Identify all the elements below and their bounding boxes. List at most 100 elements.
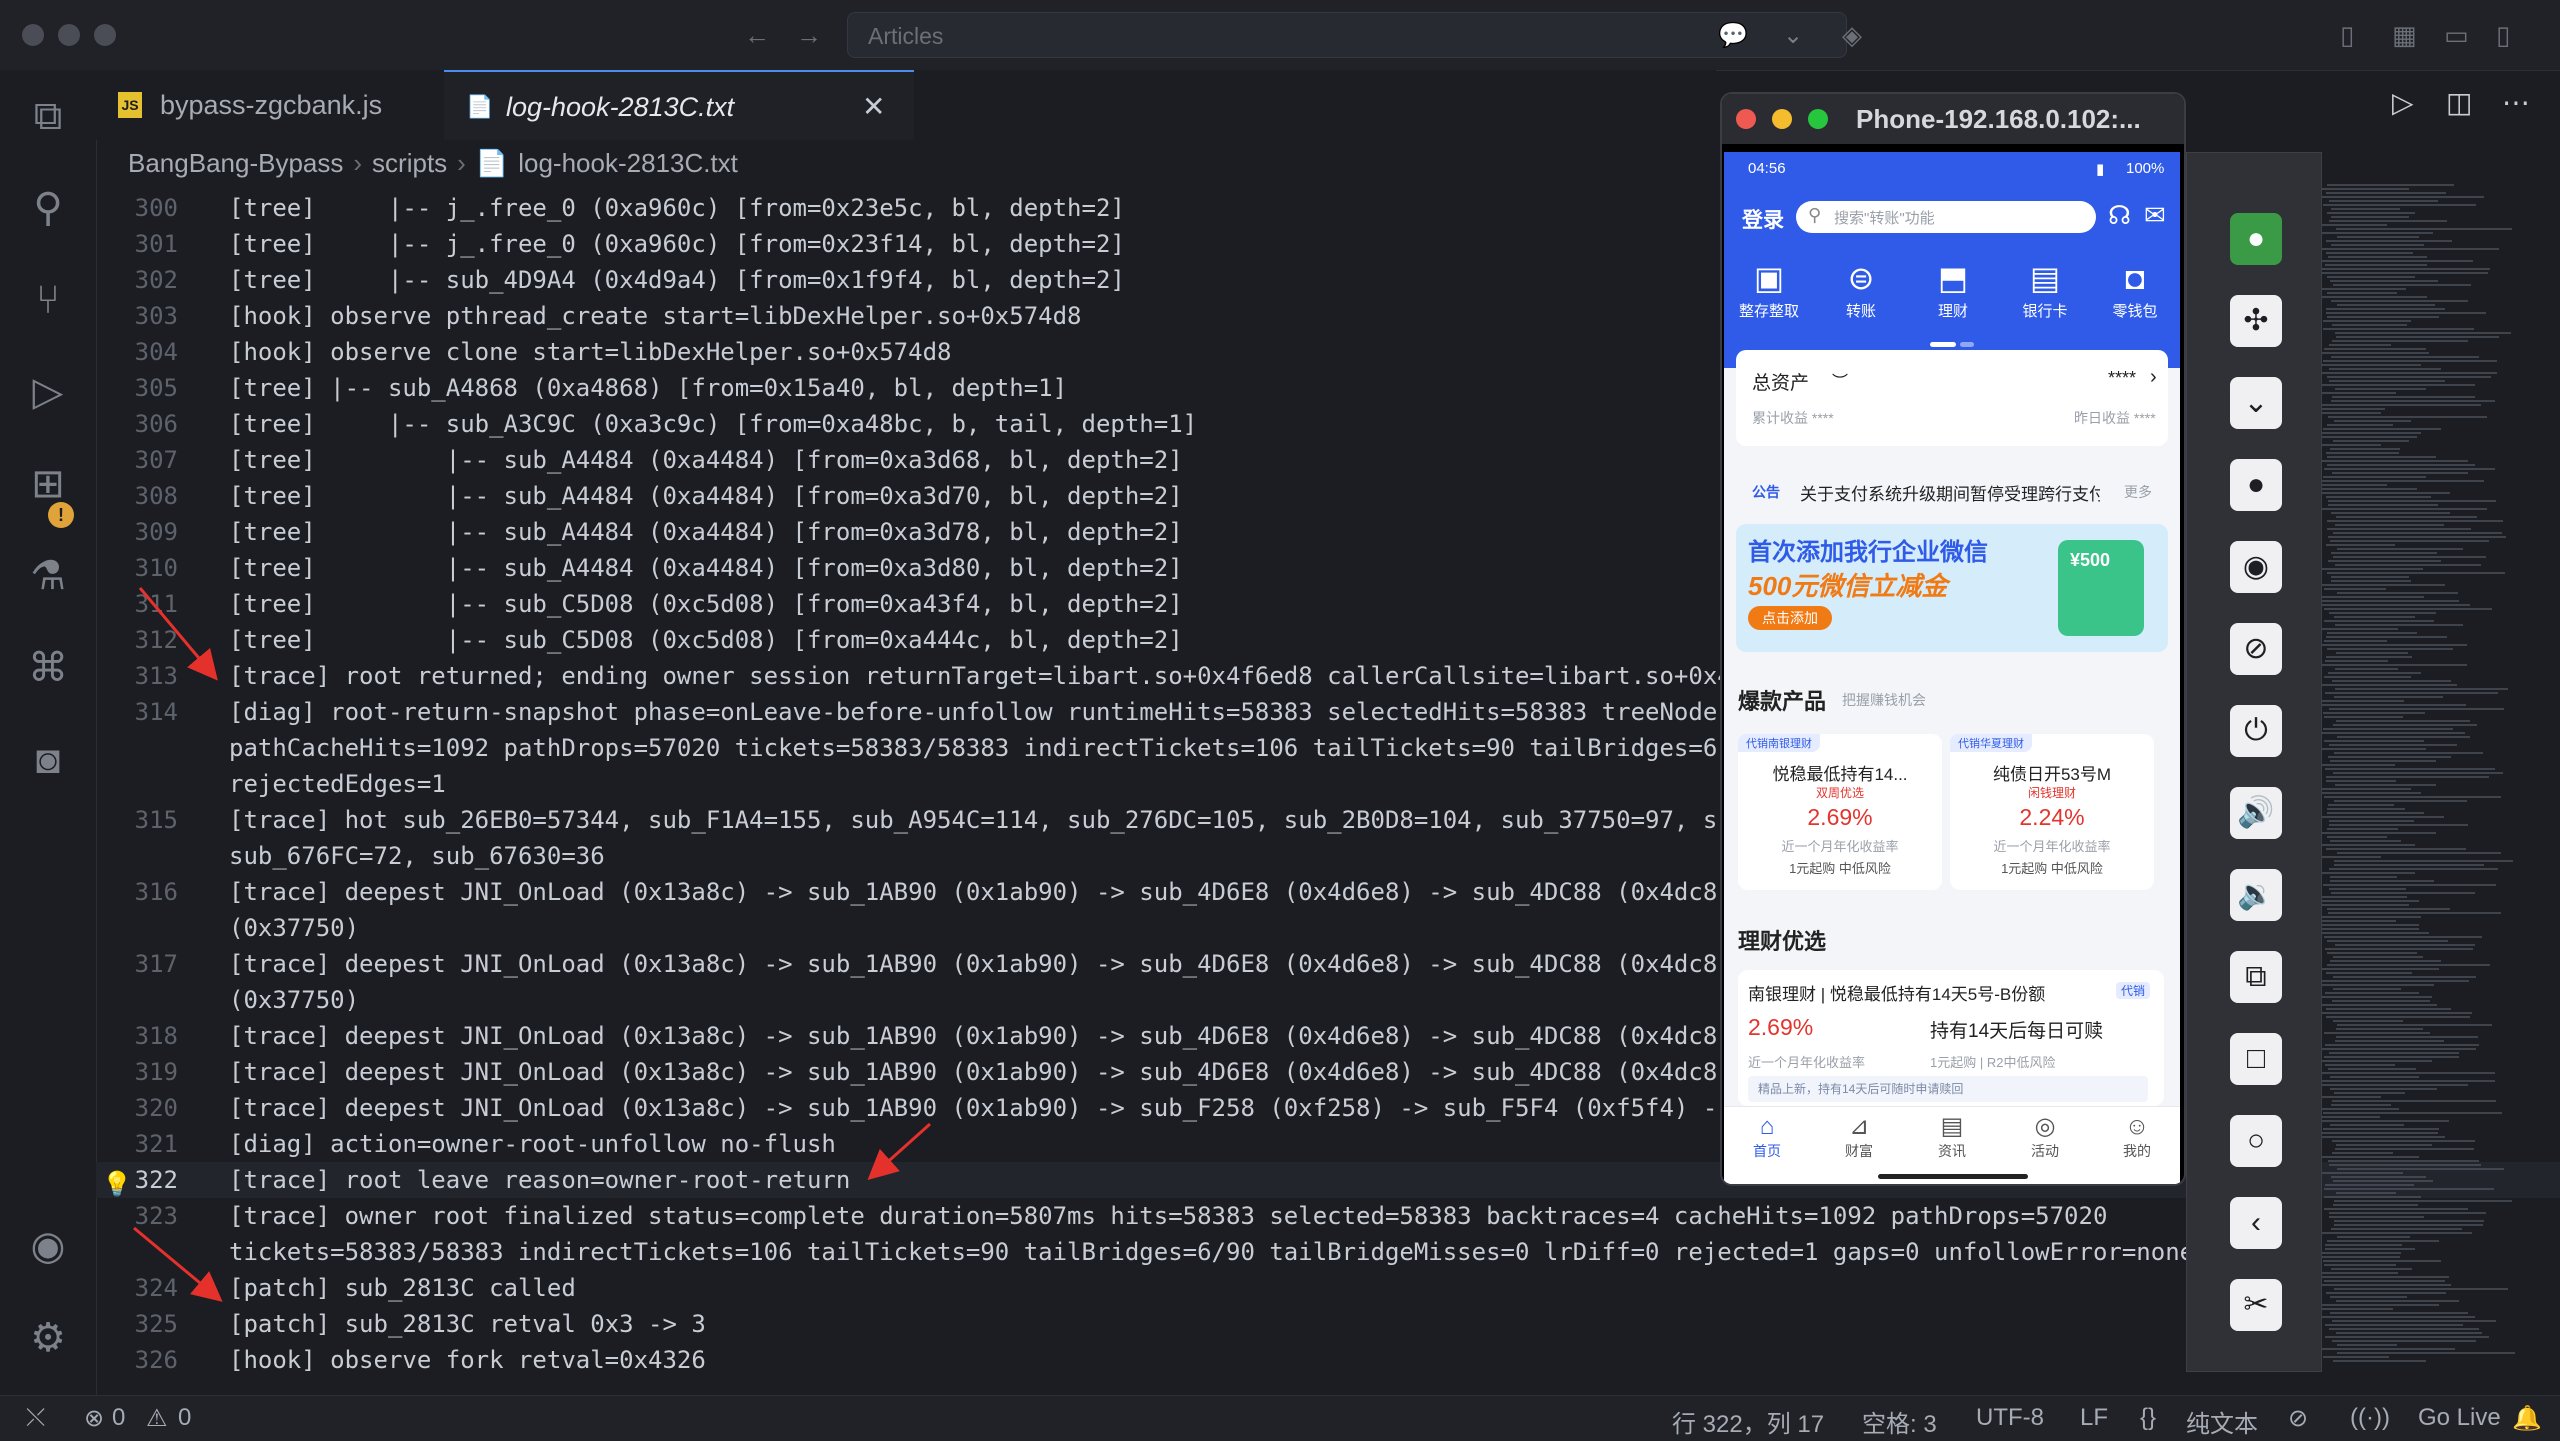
- breadcrumb-folder[interactable]: BangBang-Bypass: [128, 148, 343, 179]
- minimap-line: [2320, 984, 2434, 986]
- tab-log-hook[interactable]: 📄 log-hook-2813C.txt ✕: [444, 70, 914, 140]
- eye-closed-icon[interactable]: ︶: [1832, 368, 1848, 392]
- assets-card[interactable]: 总资产 ︶ **** › 累计收益 **** 昨日收益 ****: [1736, 350, 2168, 446]
- testing-icon[interactable]: ⚗: [22, 550, 74, 602]
- tab-bypass-zgcbank[interactable]: JS bypass-zgcbank.js: [96, 70, 444, 140]
- split-editor-icon[interactable]: ◫: [2446, 88, 2472, 118]
- search-icon[interactable]: ⚲: [22, 182, 74, 234]
- go-live-button[interactable]: Go Live: [2418, 1404, 2501, 1432]
- app-search-box[interactable]: ⚲ 搜索"转账"功能: [1796, 201, 2096, 233]
- copilot-icon[interactable]: ◈: [1842, 20, 1862, 50]
- minimap-line: [2319, 1348, 2455, 1350]
- minimap[interactable]: [2318, 184, 2538, 1394]
- cursor-position[interactable]: 行 322，列 17: [1672, 1404, 1824, 1439]
- maximize-window-button[interactable]: [94, 24, 116, 46]
- back-arrow-icon[interactable]: ←: [744, 20, 770, 50]
- quick-item[interactable]: ⬒ 理财: [1908, 260, 1998, 321]
- language-mode[interactable]: 纯文本: [2186, 1404, 2258, 1439]
- eye-off-icon[interactable]: ⊘: [2230, 623, 2282, 675]
- notifications-bell-icon[interactable]: 🔔: [2512, 1404, 2542, 1433]
- toggle-panel-icon[interactable]: ▭: [2444, 20, 2469, 50]
- notice-more[interactable]: 更多: [2124, 482, 2152, 502]
- eye-icon[interactable]: ◉: [2230, 541, 2282, 593]
- more-actions-icon[interactable]: ⋯: [2502, 88, 2530, 118]
- volume-down-icon[interactable]: 🔉: [2230, 869, 2282, 921]
- encoding[interactable]: UTF-8: [1976, 1404, 2044, 1432]
- minimap-line: [2327, 648, 2453, 650]
- breadcrumb-file[interactable]: log-hook-2813C.txt: [518, 148, 738, 179]
- explorer-icon[interactable]: ⧉: [22, 90, 74, 142]
- phone-maximize-button[interactable]: [1808, 109, 1828, 129]
- product-card[interactable]: 代销华夏理财 纯债日开53号M 闲钱理财 2.24% 近一个月年化收益率 1元起…: [1950, 734, 2154, 890]
- python-icon[interactable]: ⌘: [22, 642, 74, 694]
- notice-bar[interactable]: 公告 关于支付系统升级期间暂停受理跨行支付 更多: [1724, 470, 2180, 514]
- error-icon[interactable]: ⊗: [84, 1404, 104, 1433]
- run-debug-icon[interactable]: ▷: [22, 366, 74, 418]
- nav-home[interactable]: ⌂ 首页: [1732, 1113, 1802, 1161]
- nav-activity[interactable]: ◎ 活动: [2010, 1113, 2080, 1161]
- settings-gear-icon[interactable]: ⚙: [22, 1312, 74, 1364]
- minimap-line: [2332, 396, 2475, 398]
- broadcast-icon[interactable]: ((·)): [2350, 1404, 2390, 1432]
- mail-icon[interactable]: ✉: [2144, 200, 2166, 231]
- error-count[interactable]: 0: [112, 1404, 125, 1432]
- copilot-chat-icon[interactable]: ◙: [22, 734, 74, 786]
- toggle-secondary-sidebar-icon[interactable]: ▯: [2496, 20, 2510, 50]
- nav-wealth[interactable]: ⊿ 财富: [1824, 1113, 1894, 1161]
- copilot-status-icon[interactable]: ⊘: [2288, 1404, 2308, 1433]
- product-card[interactable]: 代销南银理财 悦稳最低持有14... 双周优选 2.69% 近一个月年化收益率 …: [1738, 734, 1942, 890]
- phone-screen[interactable]: 04:56 ▮ 100% 登录 ⚲ 搜索"转账"功能 ☊ ✉ ▣ 整存整取 ⊜ 转账…: [1724, 152, 2180, 1184]
- account-icon[interactable]: ◉: [22, 1220, 74, 1272]
- accumulated-earnings: 累计收益 ****: [1752, 410, 1834, 426]
- banner-button[interactable]: 点击添加: [1748, 606, 1832, 630]
- promo-banner[interactable]: 首次添加我行企业微信 500元微信立减金 点击添加 ¥500: [1736, 524, 2168, 652]
- fullscreen-icon[interactable]: ✣: [2230, 295, 2282, 347]
- quick-item[interactable]: ▤ 银行卡: [2000, 260, 2090, 321]
- phone-minimize-button[interactable]: [1772, 109, 1792, 129]
- braces-icon[interactable]: {}: [2140, 1404, 2156, 1432]
- warning-icon[interactable]: ⚠: [146, 1404, 168, 1433]
- toggle-sidebar-icon[interactable]: ▯: [2340, 20, 2354, 50]
- record-icon[interactable]: ●: [2230, 459, 2282, 511]
- quick-item[interactable]: ▣ 整存整取: [1724, 260, 1814, 321]
- wallet-icon: ◘: [2125, 260, 2145, 296]
- wealth-pick-card[interactable]: 南银理财 | 悦稳最低持有14天5号-B份额 代销 2.69% 持有14天后每日…: [1738, 970, 2164, 1106]
- remote-icon[interactable]: ⤬: [26, 1404, 45, 1432]
- expand-down-icon[interactable]: ⌄: [2230, 377, 2282, 429]
- home-circle-icon[interactable]: ○: [2230, 1115, 2282, 1167]
- chevron-down-icon[interactable]: ⌄: [1783, 21, 1803, 50]
- breadcrumb: BangBang-Bypass › scripts › 📄 log-hook-2813C.…: [128, 146, 738, 180]
- headset-icon[interactable]: ☊: [2108, 200, 2131, 231]
- forward-arrow-icon[interactable]: →: [796, 20, 822, 50]
- minimap-line: [2329, 824, 2468, 826]
- breadcrumb-folder[interactable]: scripts: [372, 148, 447, 179]
- nav-mine[interactable]: ☺ 我的: [2102, 1113, 2172, 1161]
- end-of-line[interactable]: LF: [2080, 1404, 2108, 1432]
- quick-item[interactable]: ◘ 零钱包: [2090, 260, 2180, 321]
- command-center[interactable]: Articles 💬 ⌄: [847, 12, 1847, 58]
- warning-count[interactable]: 0: [178, 1404, 191, 1432]
- login-link[interactable]: 登录: [1742, 204, 1784, 234]
- square-icon[interactable]: □: [2230, 1033, 2282, 1085]
- run-file-icon[interactable]: ▷: [2392, 88, 2414, 118]
- minimize-window-button[interactable]: [58, 24, 80, 46]
- layout-icon[interactable]: ▦: [2392, 20, 2417, 50]
- source-control-icon[interactable]: ⑂: [22, 274, 74, 326]
- minimap-line: [2330, 448, 2400, 450]
- lightbulb-icon[interactable]: 💡: [102, 1166, 132, 1202]
- copy-icon[interactable]: ⧉: [2230, 951, 2282, 1003]
- chat-icon[interactable]: 💬: [1718, 21, 1748, 50]
- notice-tag: 公告: [1752, 484, 1780, 500]
- power-icon[interactable]: ⏻: [2230, 705, 2282, 757]
- phone-close-button[interactable]: [1736, 109, 1756, 129]
- nav-news[interactable]: ▤ 资讯: [1917, 1113, 1987, 1161]
- quick-item[interactable]: ⊜ 转账: [1816, 260, 1906, 321]
- indentation[interactable]: 空格: 3: [1862, 1404, 1937, 1439]
- minimap-line: [2319, 196, 2484, 198]
- close-window-button[interactable]: [22, 24, 44, 46]
- volume-up-icon[interactable]: 🔊: [2230, 787, 2282, 839]
- scissors-icon[interactable]: ✂: [2230, 1279, 2282, 1331]
- close-tab-icon[interactable]: ✕: [862, 90, 885, 123]
- android-icon[interactable]: ●: [2230, 213, 2282, 265]
- back-icon[interactable]: ‹: [2230, 1197, 2282, 1249]
